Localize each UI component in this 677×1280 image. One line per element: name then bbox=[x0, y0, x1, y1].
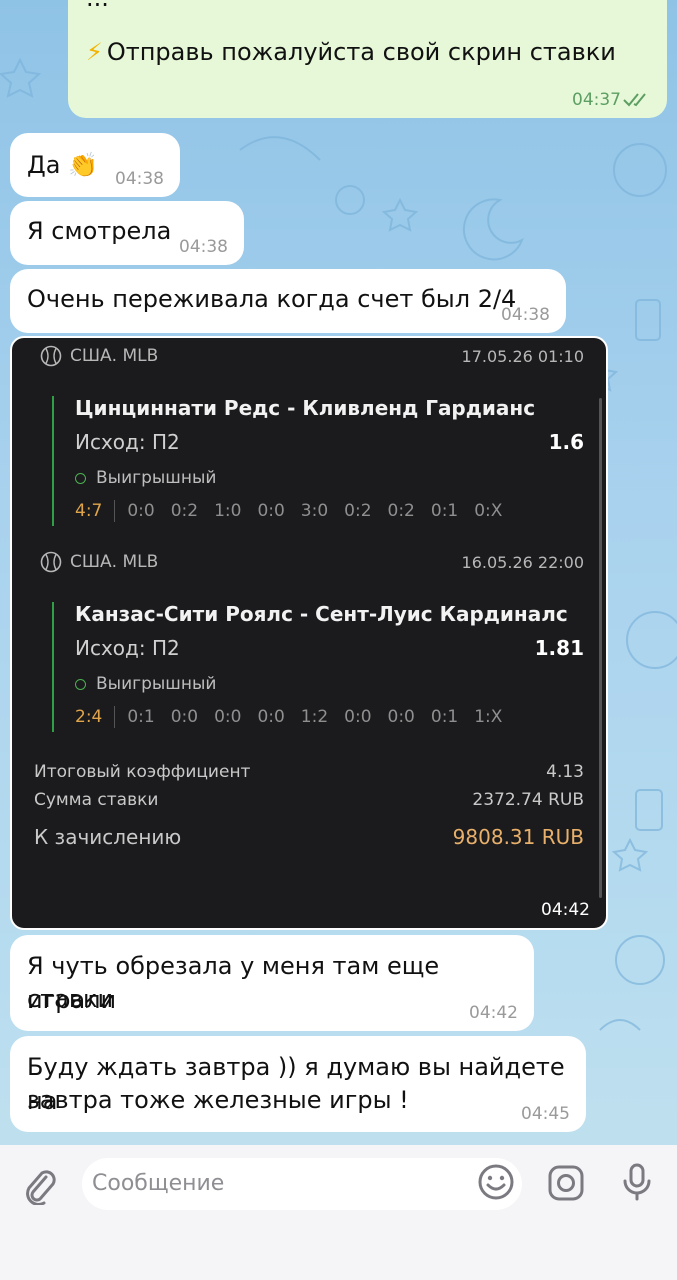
period-score: 0:1 bbox=[430, 707, 459, 727]
message-composer: Сообщение bbox=[0, 1145, 677, 1280]
event-status: Выигрышный bbox=[75, 674, 216, 694]
event-scores: 4:7 0:0 0:2 1:0 0:0 3:0 0:2 0:2 0:1 0:X bbox=[75, 500, 518, 522]
emoji-icon[interactable] bbox=[477, 1163, 515, 1201]
period-score: 0:2 bbox=[387, 501, 415, 521]
final-score: 4:7 bbox=[75, 501, 103, 521]
period-score: 0:X bbox=[474, 501, 503, 521]
baseball-icon bbox=[40, 345, 62, 367]
event-league: США. MLB bbox=[40, 345, 158, 367]
lightning-emoji-icon: ⚡ bbox=[86, 38, 103, 66]
message-preview-text: ... bbox=[86, 0, 109, 12]
event-teams: Канзас-Сити Роялс - Сент-Луис Кардиналс bbox=[75, 602, 568, 626]
message-time: 04:37 bbox=[572, 90, 621, 110]
event-divider bbox=[52, 396, 54, 526]
payout-row: К зачислению 9808.31 RUB bbox=[34, 825, 584, 849]
screenshot-scrollbar bbox=[599, 398, 602, 898]
stake-row: Сумма ставки 2372.74 RUB bbox=[34, 790, 584, 810]
period-score: 1:2 bbox=[300, 707, 329, 727]
period-score: 0:0 bbox=[344, 707, 372, 727]
message-time: 04:42 bbox=[469, 1003, 518, 1023]
period-score: 0:0 bbox=[127, 501, 155, 521]
event-outcome: Исход: П2 bbox=[75, 430, 180, 454]
message-time: 04:38 bbox=[179, 237, 228, 257]
period-score: 0:0 bbox=[257, 707, 285, 727]
total-odds-value: 4.13 bbox=[546, 762, 584, 782]
payout-value: 9808.31 RUB bbox=[452, 825, 584, 849]
message-text: Да 👏 bbox=[27, 151, 98, 179]
period-score: 0:2 bbox=[344, 501, 372, 521]
status-dot-icon bbox=[75, 472, 86, 484]
incoming-message-bubble[interactable]: Да 👏 04:38 bbox=[10, 133, 180, 197]
score-separator bbox=[114, 500, 116, 522]
message-input[interactable]: Сообщение bbox=[82, 1158, 522, 1210]
event-odds: 1.6 bbox=[548, 430, 584, 454]
message-time: 04:45 bbox=[521, 1104, 570, 1124]
period-score: 0:0 bbox=[257, 501, 285, 521]
period-score: 0:0 bbox=[170, 707, 199, 727]
message-text-line: ставки bbox=[27, 985, 114, 1013]
outgoing-message-bubble[interactable]: ... ⚡Отправь пожалуйста свой скрин ставк… bbox=[68, 0, 667, 118]
event-league: США. MLB bbox=[40, 551, 158, 573]
period-score: 0:1 bbox=[430, 501, 459, 521]
message-text: Я смотрела bbox=[27, 217, 172, 245]
event-scores: 2:4 0:1 0:0 0:0 0:0 1:2 0:0 0:0 0:1 1:X bbox=[75, 706, 518, 728]
period-score: 0:0 bbox=[214, 707, 242, 727]
paperclip-icon[interactable] bbox=[22, 1165, 58, 1205]
event-outcome: Исход: П2 bbox=[75, 636, 180, 660]
period-score: 1:0 bbox=[214, 501, 242, 521]
period-score: 1:X bbox=[474, 707, 503, 727]
total-odds-row: Итоговый коэффициент 4.13 bbox=[34, 762, 584, 782]
total-odds-label: Итоговый коэффициент bbox=[34, 762, 251, 782]
event-status: Выигрышный bbox=[75, 468, 216, 488]
event-divider bbox=[52, 602, 54, 732]
period-score: 0:2 bbox=[170, 501, 199, 521]
incoming-message-bubble[interactable]: Очень переживала когда счет был 2/4 04:3… bbox=[10, 269, 566, 333]
clapping-hands-emoji-icon: 👏 bbox=[68, 151, 98, 179]
event-datetime: 17.05.26 01:10 bbox=[461, 347, 584, 366]
read-checkmarks-icon bbox=[623, 93, 646, 107]
status-dot-icon bbox=[75, 678, 86, 690]
incoming-message-bubble[interactable]: Я смотрела 04:38 bbox=[10, 201, 244, 265]
period-score: 3:0 bbox=[300, 501, 329, 521]
stake-value: 2372.74 RUB bbox=[472, 790, 584, 810]
message-text: ⚡ Отправь пожалуйста свой скрин ставки bbox=[86, 38, 616, 66]
incoming-message-bubble[interactable]: Я чуть обрезала у меня там еще играли ст… bbox=[10, 935, 534, 1031]
event-teams: Цинциннати Редс - Кливленд Гардианс bbox=[75, 396, 536, 420]
camera-icon[interactable] bbox=[547, 1164, 585, 1202]
message-time: 04:38 bbox=[501, 305, 550, 325]
period-score: 0:1 bbox=[127, 707, 155, 727]
message-time: 04:38 bbox=[115, 169, 164, 189]
bet-screenshot-image[interactable]: США. MLB 17.05.26 01:10 Цинциннати Редс … bbox=[10, 336, 608, 930]
period-score: 0:0 bbox=[387, 707, 415, 727]
payout-label: К зачислению bbox=[34, 825, 182, 849]
event-odds: 1.81 bbox=[534, 636, 584, 660]
event-datetime: 16.05.26 22:00 bbox=[461, 553, 584, 572]
message-text: Очень переживала когда счет был 2/4 bbox=[27, 285, 517, 313]
microphone-icon[interactable] bbox=[620, 1162, 654, 1202]
final-score: 2:4 bbox=[75, 707, 103, 727]
message-time: 04:42 bbox=[541, 900, 590, 920]
message-input-placeholder: Сообщение bbox=[92, 1171, 225, 1196]
incoming-message-bubble[interactable]: Буду ждать завтра )) я думаю вы найдете … bbox=[10, 1036, 586, 1132]
score-separator bbox=[114, 706, 116, 728]
stake-label: Сумма ставки bbox=[34, 790, 159, 810]
message-text-line: завтра тоже железные игры ! bbox=[27, 1086, 409, 1114]
baseball-icon bbox=[40, 551, 62, 573]
